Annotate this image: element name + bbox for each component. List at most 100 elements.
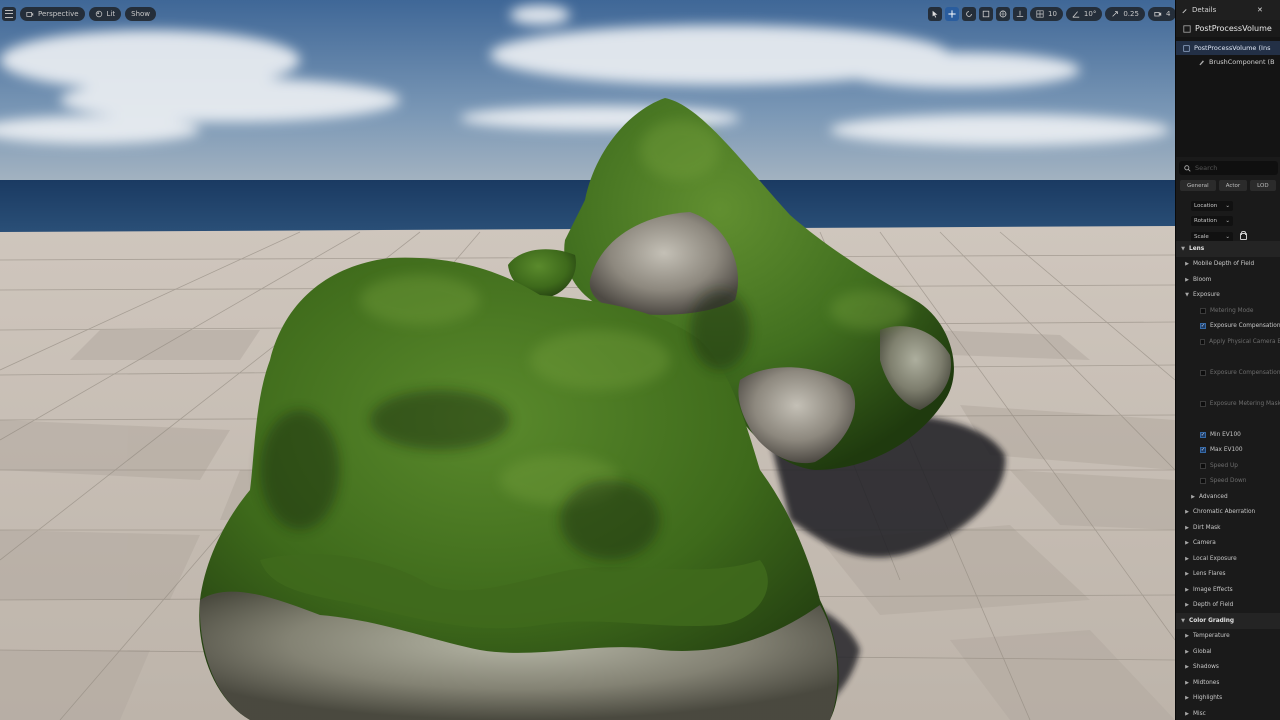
viewport-menu-button[interactable] bbox=[2, 7, 16, 21]
filter-actor[interactable]: Actor bbox=[1218, 180, 1248, 191]
property-label: Max EV100 bbox=[1210, 447, 1243, 454]
property-group-row[interactable]: ▶ Bloom bbox=[1176, 272, 1280, 288]
property-group-row[interactable]: ▶ Camera bbox=[1176, 536, 1280, 552]
perspective-button[interactable]: Perspective bbox=[20, 7, 85, 21]
location-label: Location bbox=[1194, 202, 1218, 209]
camera-speed-button[interactable]: 4 bbox=[1147, 7, 1175, 21]
override-checkbox[interactable] bbox=[1200, 478, 1206, 485]
property-group-row[interactable]: ▼ Exposure bbox=[1176, 288, 1280, 304]
override-checkbox[interactable] bbox=[1200, 369, 1206, 376]
property-label: Speed Down bbox=[1210, 478, 1247, 485]
property-subgroup-row[interactable]: ▶ Advanced bbox=[1176, 489, 1280, 505]
chevron-right-icon: ▶ bbox=[1185, 679, 1189, 686]
override-checkbox[interactable] bbox=[1200, 338, 1206, 345]
actor-title: PostProcessVolume bbox=[1176, 20, 1280, 37]
tree-item-root[interactable]: PostProcessVolume (Ins bbox=[1176, 41, 1280, 55]
volume-icon bbox=[1183, 44, 1190, 52]
property-label: Depth of Field bbox=[1193, 602, 1234, 609]
filter-lod[interactable]: LOD bbox=[1250, 180, 1276, 191]
property-override-row[interactable]: Exposure Compensation bbox=[1176, 365, 1280, 381]
lit-button[interactable]: Lit bbox=[88, 7, 122, 21]
location-row: Location ⌄ bbox=[1176, 198, 1280, 214]
lock-icon[interactable] bbox=[1240, 231, 1247, 241]
rotation-snap-button[interactable]: 10° bbox=[1065, 7, 1103, 21]
property-label: Metering Mode bbox=[1210, 307, 1254, 314]
property-group-row[interactable]: ▶ Temperature bbox=[1176, 629, 1280, 645]
close-tab-icon[interactable]: ✕ bbox=[1257, 6, 1263, 14]
rotation-dropdown[interactable]: Rotation ⌄ bbox=[1191, 216, 1233, 227]
property-override-row[interactable]: ✓ Min EV100 bbox=[1176, 427, 1280, 443]
scale-snap-button[interactable]: 0.25 bbox=[1105, 7, 1145, 21]
property-label: Shadows bbox=[1193, 664, 1219, 671]
property-group-row[interactable]: ▶ Shadows bbox=[1176, 660, 1280, 676]
select-mode-button[interactable] bbox=[928, 7, 942, 21]
chevron-right-icon: ▶ bbox=[1185, 710, 1189, 717]
override-checkbox[interactable] bbox=[1200, 400, 1206, 407]
property-label: Image Effects bbox=[1193, 586, 1233, 593]
perspective-label: Perspective bbox=[38, 10, 79, 18]
property-group-row[interactable]: ▶ Mobile Depth of Field bbox=[1176, 257, 1280, 273]
chevron-right-icon: ▶ bbox=[1185, 664, 1189, 671]
property-label: Apply Physical Camera E bbox=[1209, 338, 1280, 345]
property-group-row[interactable]: ▶ Image Effects bbox=[1176, 582, 1280, 598]
property-group-row[interactable]: ▶ Midtones bbox=[1176, 675, 1280, 691]
property-override-row[interactable]: Speed Up bbox=[1176, 458, 1280, 474]
override-checkbox[interactable] bbox=[1200, 462, 1206, 469]
viewport-left-toolbar: Perspective Lit Show bbox=[2, 6, 157, 22]
property-label: Highlights bbox=[1193, 695, 1223, 702]
viewport-right-toolbar: 10 10° 0.25 4 bbox=[928, 6, 1175, 22]
property-group-row[interactable]: ▶ Lens Flares bbox=[1176, 567, 1280, 583]
filter-general[interactable]: General bbox=[1180, 180, 1216, 191]
property-override-row[interactable]: Apply Physical Camera E bbox=[1176, 334, 1280, 350]
property-override-row[interactable]: Metering Mode bbox=[1176, 303, 1280, 319]
property-override-row[interactable]: Speed Down bbox=[1176, 474, 1280, 490]
property-group-row[interactable]: ▶ Highlights bbox=[1176, 691, 1280, 707]
grid-snap-button[interactable]: 10 bbox=[1030, 7, 1063, 21]
camera-icon bbox=[26, 12, 34, 17]
override-checkbox[interactable] bbox=[1200, 307, 1206, 314]
show-button[interactable]: Show bbox=[125, 7, 157, 21]
property-group-row[interactable]: ▶ Global bbox=[1176, 644, 1280, 660]
category-lens[interactable]: ▼ Lens bbox=[1176, 241, 1280, 257]
details-tab[interactable]: Details ✕ bbox=[1176, 0, 1280, 20]
video-camera-icon bbox=[1154, 12, 1162, 17]
brush-component-icon bbox=[1199, 59, 1204, 65]
override-checkbox[interactable]: ✓ bbox=[1200, 431, 1206, 438]
level-viewport[interactable]: Perspective Lit Show 10 10° 0.25 4 bbox=[0, 0, 1175, 720]
filter-tabs: General Actor LOD bbox=[1176, 175, 1280, 194]
property-label: Temperature bbox=[1193, 633, 1230, 640]
property-group-row[interactable]: ▶ Chromatic Aberration bbox=[1176, 505, 1280, 521]
category-color-grading[interactable]: ▼ Color Grading bbox=[1176, 613, 1280, 629]
property-blank-row bbox=[1176, 350, 1280, 366]
property-label: Exposure Metering Mask bbox=[1209, 400, 1280, 407]
scale-label: Scale bbox=[1194, 233, 1209, 240]
property-group-row[interactable]: ▶ Local Exposure bbox=[1176, 551, 1280, 567]
chevron-right-icon: ▶ bbox=[1191, 493, 1195, 500]
override-checkbox[interactable]: ✓ bbox=[1200, 323, 1206, 330]
world-space-button[interactable] bbox=[996, 7, 1010, 21]
property-override-row[interactable]: ✓ Max EV100 bbox=[1176, 443, 1280, 459]
tree-item-label: BrushComponent (B bbox=[1209, 58, 1275, 66]
override-checkbox[interactable]: ✓ bbox=[1200, 447, 1206, 454]
property-override-row[interactable]: Exposure Metering Mask bbox=[1176, 396, 1280, 412]
property-blank-row bbox=[1176, 381, 1280, 397]
property-group-row[interactable]: ▶ Depth of Field bbox=[1176, 598, 1280, 614]
property-override-row[interactable]: ✓ Exposure Compensation bbox=[1176, 319, 1280, 335]
scale-mode-button[interactable] bbox=[979, 7, 993, 21]
chevron-down-icon: ▼ bbox=[1185, 292, 1189, 299]
surface-snap-button[interactable] bbox=[1013, 7, 1027, 21]
chevron-right-icon: ▶ bbox=[1185, 261, 1189, 268]
tree-item-brush[interactable]: BrushComponent (B bbox=[1176, 55, 1280, 69]
details-search-input[interactable]: Search bbox=[1179, 161, 1278, 175]
chevron-right-icon: ▶ bbox=[1185, 648, 1189, 655]
scale-box-icon bbox=[982, 10, 990, 18]
chevron-down-icon: ▼ bbox=[1181, 617, 1185, 624]
property-group-row[interactable]: ▶ Dirt Mask bbox=[1176, 520, 1280, 536]
rotation-row: Rotation ⌄ bbox=[1176, 214, 1280, 230]
property-group-row[interactable]: ▶ Misc bbox=[1176, 706, 1280, 720]
move-arrows-icon bbox=[948, 10, 956, 18]
translate-mode-button[interactable] bbox=[945, 7, 959, 21]
location-dropdown[interactable]: Location ⌄ bbox=[1191, 200, 1233, 211]
rotate-mode-button[interactable] bbox=[962, 7, 976, 21]
property-label: Local Exposure bbox=[1193, 555, 1237, 562]
